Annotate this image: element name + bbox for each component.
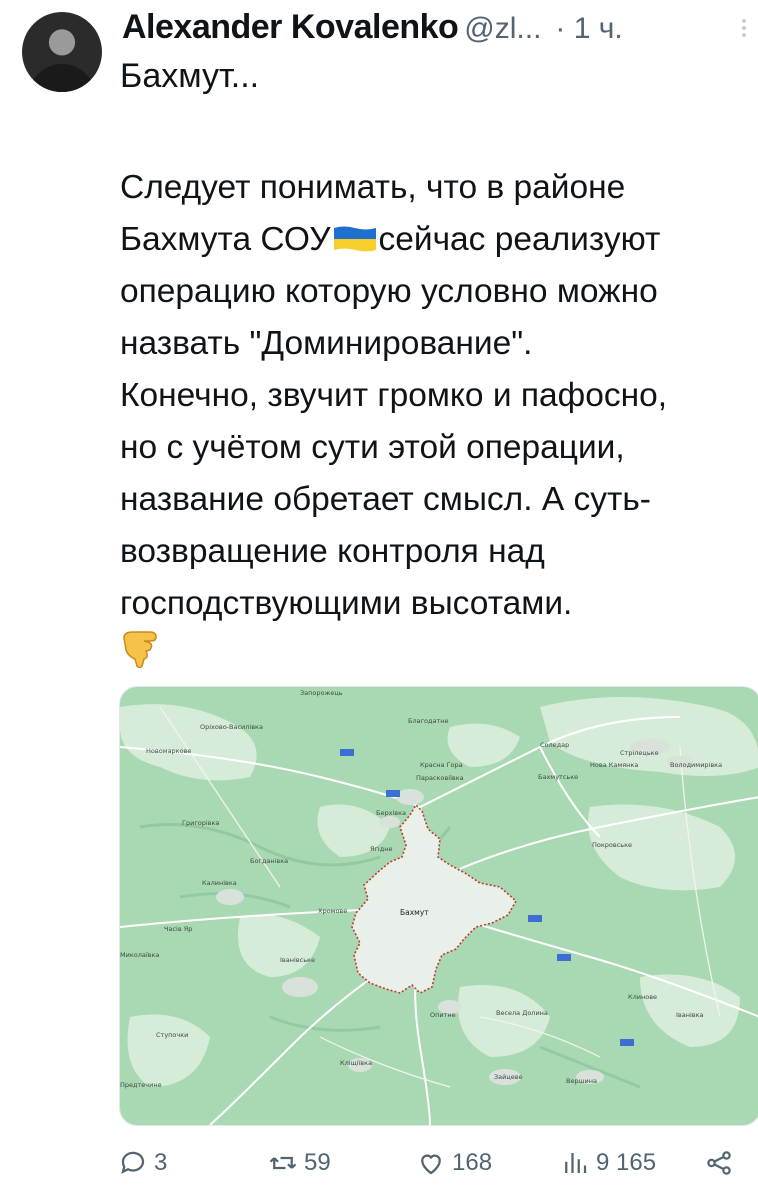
map-label: Бахмут: [400, 908, 429, 917]
map-label: Миколаївка: [120, 951, 159, 959]
views-icon: [565, 1153, 587, 1173]
map-label: Володимирівка: [670, 761, 722, 769]
author-handle[interactable]: @zl...: [464, 12, 541, 45]
body-line-2a: Бахмута СОУ: [120, 221, 331, 258]
share-icon: [707, 1151, 731, 1175]
map-label: Зайцеве: [494, 1073, 523, 1081]
retweet-icon: [269, 1156, 297, 1170]
ukraine-flag-icon: [333, 226, 376, 252]
map-label: Благодатне: [408, 717, 449, 725]
map-label: Оріхово-Василівка: [200, 723, 263, 731]
map-image[interactable]: Благодатне Соледар Стрілецьке Нова Камян…: [119, 686, 758, 1126]
map-label: Берхівка: [376, 809, 406, 817]
tweet-actions: 3 59 168 9 165: [100, 1140, 740, 1186]
map-label: Клинове: [628, 993, 657, 1001]
retweet-count: 59: [304, 1149, 331, 1176]
map-canvas: Благодатне Соледар Стрілецьке Нова Камян…: [120, 687, 758, 1125]
map-label: Нова Камянка: [590, 761, 638, 769]
avatar-shoulders: [28, 64, 96, 92]
map-label: Григорівка: [182, 819, 219, 827]
map-label: Ягідне: [370, 845, 392, 853]
map-label: Опитне: [430, 1011, 456, 1019]
reply-icon: [121, 1151, 145, 1174]
map-label: Ступочки: [156, 1031, 188, 1039]
body-line-9: господствующими высотами.: [120, 585, 573, 622]
map-label: Стрілецьке: [620, 749, 659, 757]
like-count: 168: [452, 1149, 493, 1176]
reply-button[interactable]: 3: [118, 1140, 167, 1186]
map-label: Соледар: [540, 741, 569, 749]
like-button[interactable]: 168: [416, 1140, 492, 1186]
map-label: Весела Долина: [496, 1009, 548, 1017]
map-label: Богданівка: [250, 857, 288, 865]
map-label: Бахмутське: [538, 773, 578, 781]
body-line-3: операцию которую условно можно: [120, 273, 658, 310]
map-label: Новомаркове: [146, 747, 191, 755]
body-line-1: Следует понимать, что в районе: [120, 169, 626, 206]
map-label: Вершина: [566, 1077, 597, 1085]
share-button[interactable]: [704, 1140, 740, 1186]
map-label: Кліщіївка: [340, 1059, 372, 1067]
map-label: Часів Яр: [164, 925, 192, 933]
map-label: Калинівка: [202, 879, 237, 887]
reply-count: 3: [154, 1149, 168, 1176]
map-label: Парасковіївка: [416, 774, 464, 782]
map-label: Покровське: [592, 841, 632, 849]
map-label: Предтечине: [120, 1081, 162, 1089]
pointing-down-hand-icon: [123, 631, 157, 668]
map-label: Запорожець: [300, 689, 343, 697]
tweet-time[interactable]: · 1 ч.: [555, 12, 622, 45]
map-label: Хромове: [318, 907, 347, 915]
views-button[interactable]: 9 165: [560, 1140, 656, 1186]
body-line-4: назвать "Доминирование".: [120, 325, 533, 362]
retweet-button[interactable]: 59: [268, 1140, 331, 1186]
body-line-8: возвращение контроля над: [120, 533, 545, 570]
more-options-icon[interactable]: [742, 16, 748, 40]
author-name[interactable]: Alexander Kovalenko: [122, 8, 459, 46]
heart-icon: [421, 1154, 441, 1175]
body-line-2b: сейчас реализуют: [378, 221, 661, 258]
tweet-header: Alexander Kovalenko @zl... · 1 ч.: [122, 8, 750, 56]
map-label: Іванівка: [676, 1011, 704, 1019]
map-label: Іванівське: [280, 956, 315, 964]
author-avatar[interactable]: [22, 12, 102, 92]
body-line-6: но с учётом сути этой операции,: [120, 429, 625, 466]
map-label: Красна Гора: [420, 761, 463, 769]
body-line-2: Бахмута СОУ сейчас реализуют: [120, 214, 660, 266]
view-count: 9 165: [596, 1149, 657, 1176]
body-line-5: Конечно, звучит громко и пафосно,: [120, 377, 668, 414]
body-line-7: название обретает смысл. А суть-: [120, 481, 651, 518]
tweet-title: Бахмут...: [120, 57, 260, 95]
